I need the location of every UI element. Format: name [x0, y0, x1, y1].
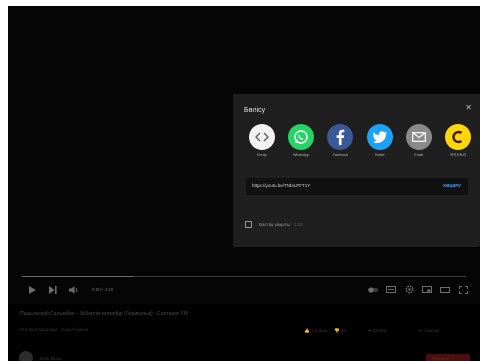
next-icon[interactable]: [48, 285, 57, 294]
subscribe-label: Жазылу: [432, 356, 449, 361]
start-at-label: Бастау уақыты: [259, 222, 290, 227]
twitter-icon: [366, 124, 393, 150]
playlist-add-icon: ≡+: [418, 328, 424, 333]
embed-icon: [249, 124, 275, 150]
share-label-twitter: Twitter: [374, 153, 385, 157]
progress-bar[interactable]: [22, 276, 466, 277]
channel-avatar[interactable]: [19, 351, 33, 361]
theater-mode-icon[interactable]: [440, 285, 450, 294]
share-button-label: Бөлісу: [373, 328, 387, 333]
share-twitter[interactable]: Twitter: [363, 124, 397, 164]
share-arrow-icon: ➦: [368, 328, 372, 333]
dislike-button[interactable]: 👎 48: [334, 328, 346, 334]
share-email[interactable]: Email: [402, 124, 436, 164]
share-whatsapp[interactable]: WhatsApp: [284, 124, 318, 164]
copy-button[interactable]: КӨШІРУ: [443, 183, 461, 188]
start-at-option[interactable]: Бастау уақыты 1:23: [245, 221, 303, 228]
facebook-icon: [327, 124, 354, 150]
volume-icon[interactable]: [68, 285, 80, 294]
share-kakaostory[interactable]: 카카오토리: [441, 124, 475, 164]
save-button-label: Сақтау: [424, 328, 440, 333]
thumb-down-icon: 👎: [334, 328, 340, 333]
video-meta: 214 мың қаралым · 3 жыл бұрын: [20, 327, 89, 332]
autoplay-toggle-icon[interactable]: [368, 285, 378, 294]
thumb-up-icon: 👍: [304, 328, 310, 333]
share-label-whatsapp: WhatsApp: [293, 153, 310, 157]
share-button[interactable]: ➦ Бөлісу: [368, 328, 387, 334]
share-label-facebook: Facebook: [332, 153, 349, 157]
share-dialog: Бөлісу ✕ Енгізу WhatsApp Facebook Twitte…: [233, 94, 480, 247]
share-title: Бөлісу: [244, 107, 266, 114]
kakaostory-icon: [444, 124, 471, 150]
subtitles-icon[interactable]: [386, 285, 396, 294]
share-embed[interactable]: Енгізу: [245, 124, 279, 164]
progress-fill: [22, 276, 133, 277]
dislike-count: 48: [340, 328, 346, 333]
play-icon[interactable]: [28, 285, 37, 294]
time-display: 0:00 / 4:15: [92, 287, 114, 292]
close-icon[interactable]: ✕: [465, 103, 472, 112]
like-count: 1,2 мың: [310, 328, 328, 333]
like-button[interactable]: 👍 1,2 мың: [304, 328, 327, 334]
share-label-email: Email: [414, 153, 424, 157]
settings-icon[interactable]: [404, 285, 414, 294]
video-player: Бөлісу ✕ Енгізу WhatsApp Facebook Twitte…: [8, 6, 480, 361]
share-label-embed: Енгізу: [257, 153, 267, 157]
subscribe-button[interactable]: Жазылу: [426, 354, 470, 361]
share-targets: Енгізу WhatsApp Facebook Twitter Email 카…: [245, 124, 475, 164]
share-link-box: https://youtu.be/TNfoLPFT1Y КӨШІРУ: [246, 178, 468, 195]
share-facebook[interactable]: Facebook: [323, 124, 357, 164]
whatsapp-icon: [288, 124, 315, 150]
save-button[interactable]: ≡+ Сақтау: [418, 328, 439, 333]
email-icon: [405, 124, 432, 150]
start-at-time: 1:23: [293, 222, 303, 227]
video-title: Пашьянский Салымбек – Жібергім келмейді …: [20, 311, 188, 317]
miniplayer-icon[interactable]: [422, 285, 432, 294]
share-url[interactable]: https://youtu.be/TNfoLPFT1Y: [252, 183, 310, 188]
channel-name[interactable]: Jibek Music: [39, 356, 63, 361]
start-at-checkbox[interactable]: [245, 221, 252, 228]
share-label-kakaostory: 카카오토리: [449, 153, 466, 157]
fullscreen-icon[interactable]: [458, 285, 468, 294]
